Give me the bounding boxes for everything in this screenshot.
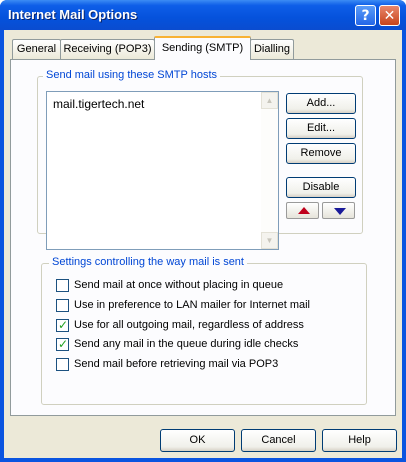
- move-up-button[interactable]: [286, 202, 319, 219]
- arrow-up-icon: [298, 207, 310, 214]
- checkmark-icon: ✓: [58, 336, 69, 351]
- scroll-down-arrow[interactable]: ▼: [261, 232, 278, 249]
- checkbox-label: Send any mail in the queue during idle c…: [74, 338, 299, 350]
- title-bar[interactable]: Internet Mail Options ? ✕: [0, 0, 406, 30]
- edit-host-button[interactable]: Edit...: [286, 118, 356, 139]
- option-send-before-pop3[interactable]: Send mail before retrieving mail via POP…: [56, 357, 278, 371]
- window-title: Internet Mail Options: [8, 7, 138, 22]
- help-button-label: Help: [348, 434, 371, 446]
- checkbox[interactable]: [56, 278, 69, 292]
- tab-label: Dialling: [253, 43, 291, 55]
- checkbox[interactable]: ✓: [56, 317, 69, 332]
- option-send-queue-idle[interactable]: ✓ Send any mail in the queue during idle…: [56, 337, 298, 351]
- dialog-window: Internet Mail Options ? ✕ General Receiv…: [0, 0, 406, 462]
- tab-label: Receiving (POP3): [63, 43, 152, 55]
- tab-receiving-pop3[interactable]: Receiving (POP3): [60, 39, 155, 59]
- smtp-hosts-list[interactable]: mail.tigertech.net ▲ ▼: [46, 91, 279, 250]
- tab-dialling[interactable]: Dialling: [250, 39, 294, 59]
- tab-label: Sending (SMTP): [161, 42, 244, 54]
- scroll-up-arrow[interactable]: ▲: [261, 92, 278, 109]
- dialog-client-area: General Receiving (POP3) Sending (SMTP) …: [4, 30, 402, 458]
- checkbox-label: Use for all outgoing mail, regardless of…: [74, 319, 304, 331]
- cancel-button-label: Cancel: [261, 434, 296, 446]
- list-scrollbar[interactable]: ▲ ▼: [261, 92, 278, 249]
- cancel-button[interactable]: Cancel: [241, 429, 316, 452]
- help-title-button[interactable]: ?: [355, 5, 376, 26]
- checkbox[interactable]: [56, 357, 69, 371]
- settings-group-label: Settings controlling the way mail is sen…: [49, 256, 247, 268]
- disable-host-button[interactable]: Disable: [286, 177, 356, 198]
- checkbox-label: Send mail before retrieving mail via POP…: [74, 358, 279, 370]
- chevron-up-icon: ▲: [265, 96, 274, 105]
- close-title-button[interactable]: ✕: [379, 5, 400, 26]
- ok-button-label: OK: [189, 434, 206, 446]
- smtp-hosts-group-label: Send mail using these SMTP hosts: [43, 69, 220, 81]
- help-button[interactable]: Help: [322, 429, 397, 452]
- checkbox-label: Send mail at once without placing in que…: [74, 279, 284, 291]
- edit-button-label: Edit...: [306, 122, 336, 134]
- checkbox[interactable]: [56, 298, 69, 312]
- option-prefer-lan-mailer[interactable]: Use in preference to LAN mailer for Inte…: [56, 298, 310, 312]
- checkbox[interactable]: ✓: [56, 336, 69, 351]
- add-button-label: Add...: [306, 97, 336, 109]
- add-host-button[interactable]: Add...: [286, 93, 356, 114]
- list-item[interactable]: mail.tigertech.net: [53, 97, 144, 111]
- checkbox-label: Use in preference to LAN mailer for Inte…: [74, 299, 310, 311]
- tab-sending-smtp[interactable]: Sending (SMTP): [154, 36, 251, 60]
- close-icon: ✕: [383, 7, 396, 24]
- ok-button[interactable]: OK: [160, 429, 235, 452]
- option-all-outgoing-mail[interactable]: ✓ Use for all outgoing mail, regardless …: [56, 318, 304, 332]
- arrow-down-icon: [334, 208, 346, 215]
- tab-label: General: [16, 43, 57, 55]
- disable-button-label: Disable: [302, 181, 340, 193]
- remove-host-button[interactable]: Remove: [286, 143, 356, 164]
- tab-general[interactable]: General: [12, 39, 61, 59]
- option-send-at-once[interactable]: Send mail at once without placing in que…: [56, 278, 283, 292]
- checkmark-icon: ✓: [58, 317, 69, 332]
- question-icon: ?: [361, 7, 370, 24]
- chevron-down-icon: ▼: [265, 236, 274, 245]
- move-down-button[interactable]: [322, 202, 355, 219]
- remove-button-label: Remove: [300, 147, 342, 159]
